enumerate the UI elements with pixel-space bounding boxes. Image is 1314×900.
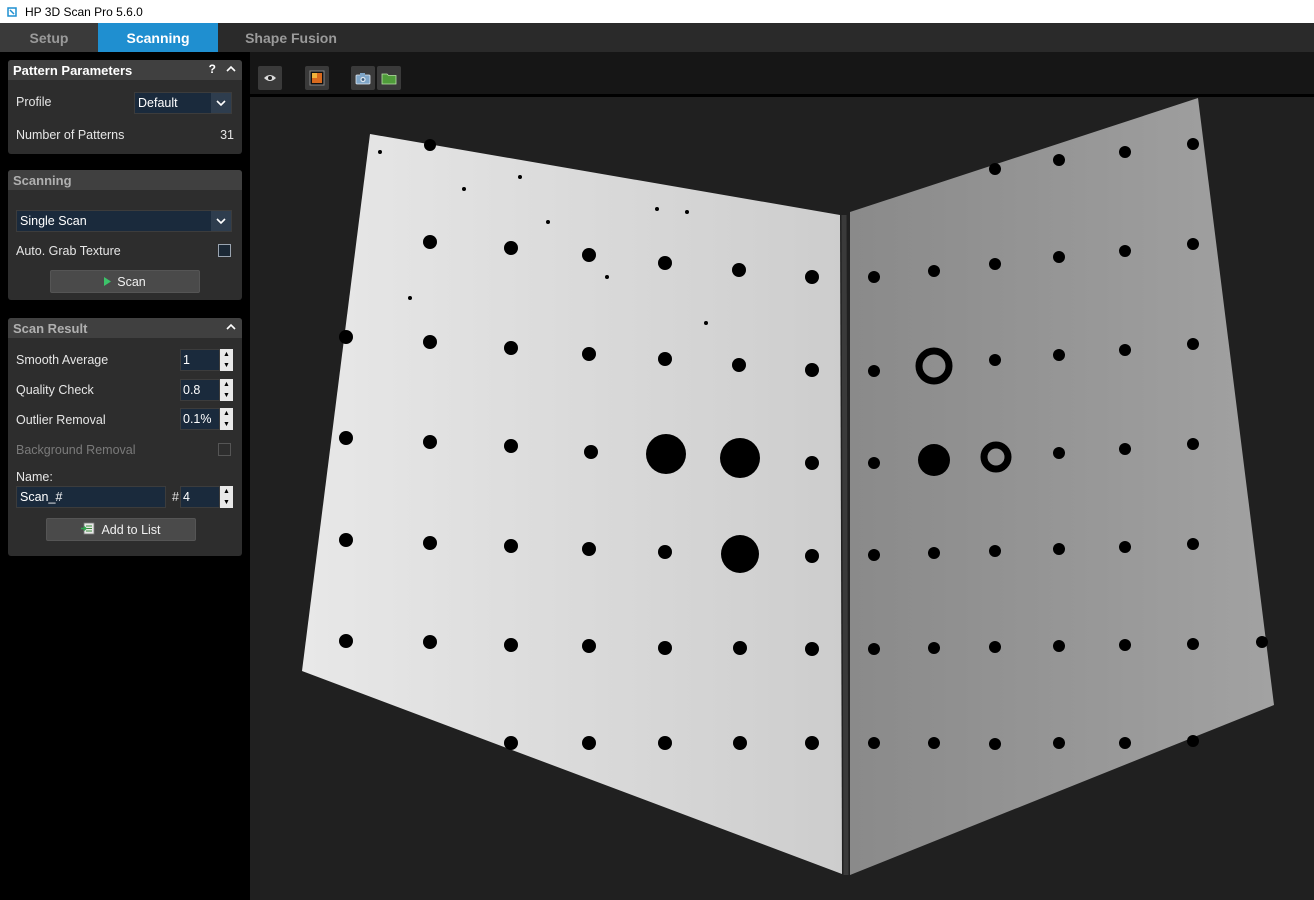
profile-label: Profile [16,95,52,109]
name-row: Name: [16,470,234,484]
scan-number-spinbox[interactable]: 4 ▲ ▼ [180,486,233,508]
spin-up-icon[interactable]: ▲ [220,349,233,360]
main-tabs: Setup Scanning Shape Fusion [0,23,1314,52]
tab-shape-fusion[interactable]: Shape Fusion [218,23,364,52]
background-removal-checkbox[interactable] [218,443,231,456]
background-removal-row: Background Removal [16,443,234,457]
background-removal-label: Background Removal [16,443,136,457]
num-patterns-label: Number of Patterns [16,128,125,142]
spin-down-icon[interactable]: ▼ [220,419,233,430]
spin-down-icon[interactable]: ▼ [220,360,233,371]
auto-grab-row: Auto. Grab Texture [16,244,234,258]
num-patterns-row: Number of Patterns 31 [16,128,234,142]
scan-result-panel: Scan Result Smooth Average 1 ▲ ▼ Quality… [8,318,242,556]
spin-down-icon[interactable]: ▼ [220,390,233,401]
number-prefix: # [172,490,179,504]
num-patterns-value: 31 [220,128,234,142]
auto-grab-checkbox[interactable] [218,244,231,257]
auto-grab-label: Auto. Grab Texture [16,244,121,258]
spin-up-icon[interactable]: ▲ [220,408,233,419]
outlier-removal-value[interactable]: 0.1% [180,408,220,430]
profile-select[interactable]: Default [134,92,232,114]
title-bar: HP 3D Scan Pro 5.6.0 [0,0,1314,23]
scanning-panel: Scanning Single Scan Auto. Grab Texture … [8,170,242,300]
chevron-down-icon[interactable] [211,93,231,113]
outlier-removal-label: Outlier Removal [16,413,106,427]
folder-icon[interactable] [377,66,401,90]
scan-mode-select[interactable]: Single Scan [16,210,232,232]
window-title: HP 3D Scan Pro 5.6.0 [25,4,143,19]
chevron-down-icon[interactable] [211,211,231,231]
panel-title: Pattern Parameters [13,62,133,78]
scan-face-left [302,134,842,874]
quality-check-label: Quality Check [16,383,94,397]
quality-check-spinbox[interactable]: 0.8 ▲ ▼ [180,379,233,401]
smooth-average-spinbox[interactable]: 1 ▲ ▼ [180,349,233,371]
collapse-icon[interactable] [226,62,236,76]
scan-viewport[interactable] [250,97,1314,900]
texture-icon[interactable] [305,66,329,90]
panel-title: Scanning [13,172,72,188]
add-to-list-button[interactable]: Add to List [46,518,196,541]
spin-up-icon[interactable]: ▲ [220,486,233,497]
left-sidebar: Pattern Parameters ? Profile Default Num… [0,52,250,900]
scan-seam [841,214,849,876]
scan-number-value[interactable]: 4 [180,486,220,508]
scanning-header[interactable]: Scanning [8,170,242,190]
play-icon [104,275,112,289]
scan-face-right [850,98,1274,875]
smooth-average-value[interactable]: 1 [180,349,220,371]
name-label: Name: [16,470,53,484]
scan-mesh-render [302,98,1274,876]
camera-icon[interactable] [351,66,375,90]
panel-title: Scan Result [13,320,88,336]
app-icon [5,5,19,19]
smooth-average-label: Smooth Average [16,353,109,367]
quality-check-value[interactable]: 0.8 [180,379,220,401]
outlier-removal-spinbox[interactable]: 0.1% ▲ ▼ [180,408,233,430]
eye-icon[interactable] [258,66,282,90]
scan-button[interactable]: Scan [50,270,200,293]
scan-result-header[interactable]: Scan Result [8,318,242,338]
pattern-parameters-header[interactable]: Pattern Parameters ? [8,60,242,80]
add-to-list-label: Add to List [101,522,161,537]
help-icon[interactable]: ? [209,62,216,76]
pattern-parameters-panel: Pattern Parameters ? Profile Default Num… [8,60,242,154]
spin-down-icon[interactable]: ▼ [220,497,233,508]
tab-scanning[interactable]: Scanning [98,23,218,52]
collapse-icon[interactable] [226,320,236,334]
add-to-list-icon [81,522,95,538]
scan-name-input[interactable]: Scan_# [16,486,166,508]
spin-up-icon[interactable]: ▲ [220,379,233,390]
viewport-toolbar [250,52,1314,96]
tab-setup[interactable]: Setup [0,23,98,52]
scan-mode-value: Single Scan [20,214,87,228]
scan-button-label: Scan [117,274,146,289]
profile-value: Default [138,96,178,110]
